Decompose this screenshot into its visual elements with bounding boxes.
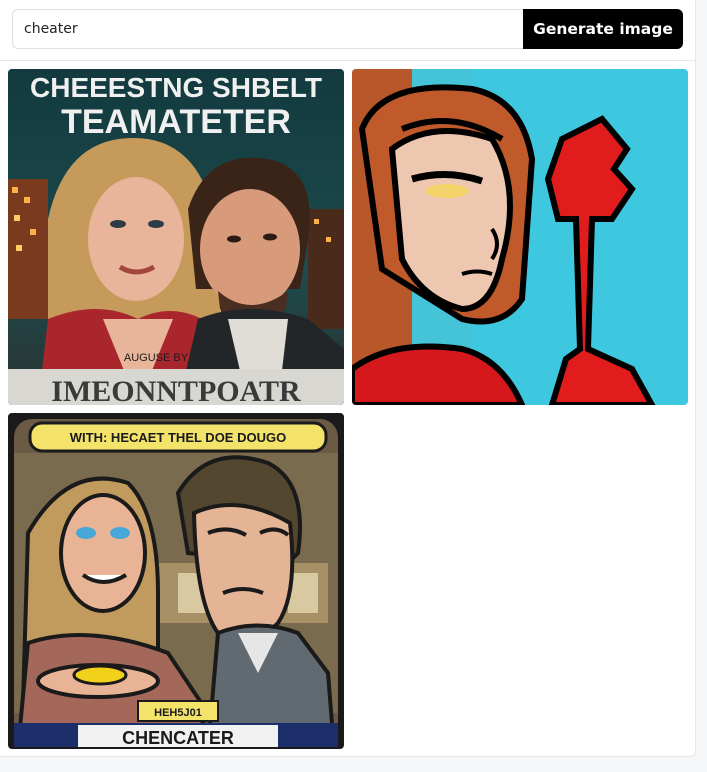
prompt-input[interactable] bbox=[12, 9, 523, 49]
poster-title-line2: TEAMATETER bbox=[61, 103, 291, 141]
generated-image-3[interactable]: WITH: HECAET THEL DOE DOUGO HEH5J01 CHEN… bbox=[8, 413, 344, 749]
poster-image: CHEEESTNG SHBELT TEAMATETER AUGUSE BY IM… bbox=[8, 69, 344, 405]
generated-image-1[interactable]: CHEEESTNG SHBELT TEAMATETER AUGUSE BY IM… bbox=[8, 69, 344, 405]
comic-image: WITH: HECAET THEL DOE DOUGO HEH5J01 CHEN… bbox=[8, 413, 344, 749]
prompt-bar: Generate image bbox=[12, 9, 683, 49]
poster-bottom-title: IMEONNTPOATR bbox=[51, 375, 301, 405]
poster-subtitle: AUGUSE BY bbox=[124, 352, 189, 364]
divider bbox=[0, 60, 696, 61]
comic-badge: HEH5J01 bbox=[154, 707, 202, 719]
comic-top-caption: WITH: HECAET THEL DOE DOUGO bbox=[70, 430, 286, 445]
generator-panel: Generate image bbox=[0, 0, 696, 757]
generate-image-button[interactable]: Generate image bbox=[523, 9, 683, 49]
generated-image-2[interactable] bbox=[352, 69, 688, 405]
cartoon-image bbox=[352, 69, 688, 405]
poster-title-line1: CHEEESTNG SHBELT bbox=[30, 72, 322, 103]
comic-bottom-caption: CHENCATER bbox=[122, 728, 234, 748]
